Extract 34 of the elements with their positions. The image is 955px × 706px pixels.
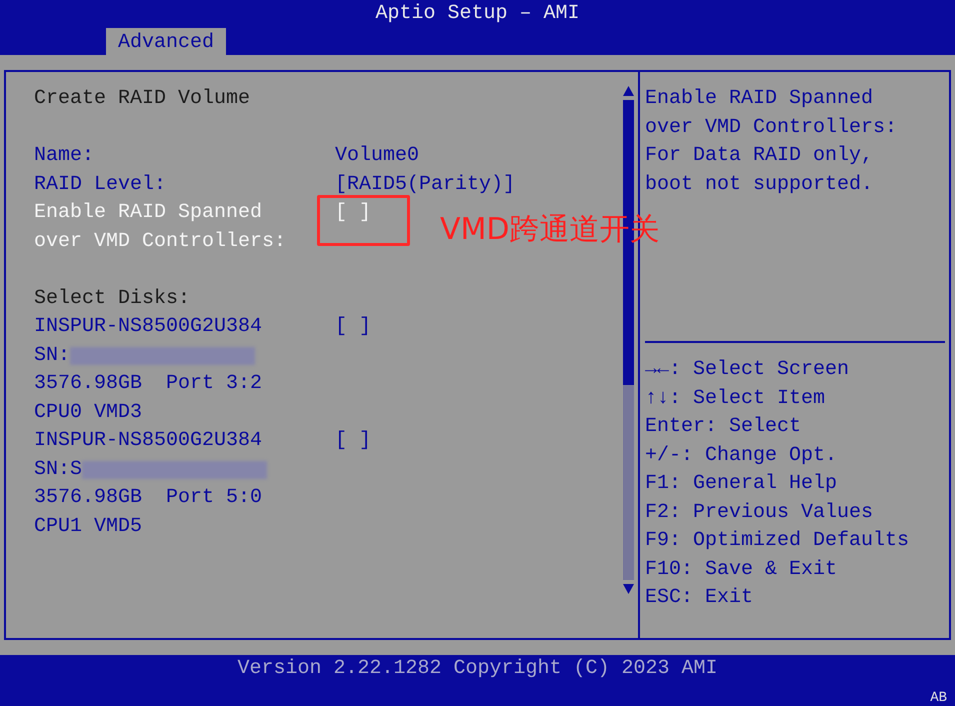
disk-model: INSPUR-NS8500G2U384 xyxy=(34,314,264,340)
key-hint: F2: Previous Values xyxy=(645,500,874,526)
option-label: Enable RAID Spanned over VMD Controllers: xyxy=(34,200,288,254)
status-code: AB xyxy=(930,690,947,706)
option-label: Name: xyxy=(34,143,96,169)
disk-capacity: 3576.98GB Port 5:0 xyxy=(34,485,264,511)
key-hint: F10: Save & Exit xyxy=(645,556,838,582)
help-text: Enable RAID Spanned over VMD Controllers: For Data RAID only, boot not supported. xyxy=(645,86,898,198)
key-hint: +/-: Change Opt. xyxy=(645,442,838,468)
serial-label: SN: xyxy=(34,342,70,368)
section-heading: Select Disks: xyxy=(34,286,192,312)
scroll-up-arrow-icon[interactable] xyxy=(622,86,634,96)
key-hint: ↑↓: Select Item xyxy=(645,386,826,412)
checkbox[interactable]: [ ] xyxy=(335,427,372,456)
page-heading: Create RAID Volume xyxy=(34,86,252,112)
serial-label: SN:S xyxy=(34,456,82,482)
key-hint: ESC: Exit xyxy=(645,585,754,611)
key-hint: F9: Optimized Defaults xyxy=(645,528,910,554)
option-value[interactable]: Volume0 xyxy=(335,142,420,170)
option-value[interactable]: [RAID5(Parity)] xyxy=(335,170,516,199)
key-hint: Enter: Select xyxy=(645,414,802,440)
disk-location: CPU0 VMD3 xyxy=(34,400,144,426)
scroll-down-arrow-icon[interactable] xyxy=(622,584,634,594)
disk-model: INSPUR-NS8500G2U384 xyxy=(34,428,264,454)
option-label: RAID Level: xyxy=(34,172,168,198)
tab[interactable]: Advanced xyxy=(106,28,226,55)
disk-location: CPU1 VMD5 xyxy=(34,514,144,540)
window-title: Aptio Setup – AMI xyxy=(375,1,580,27)
checkbox[interactable]: [ ] xyxy=(335,313,372,342)
disk-capacity: 3576.98GB Port 3:2 xyxy=(34,371,264,397)
key-hint: →←: Select Screen xyxy=(645,357,850,383)
checkbox[interactable]: [ ] xyxy=(335,199,372,256)
version-text: Version 2.22.1282 Copyright (C) 2023 AMI xyxy=(237,656,718,682)
key-hint: F1: General Help xyxy=(645,471,838,497)
